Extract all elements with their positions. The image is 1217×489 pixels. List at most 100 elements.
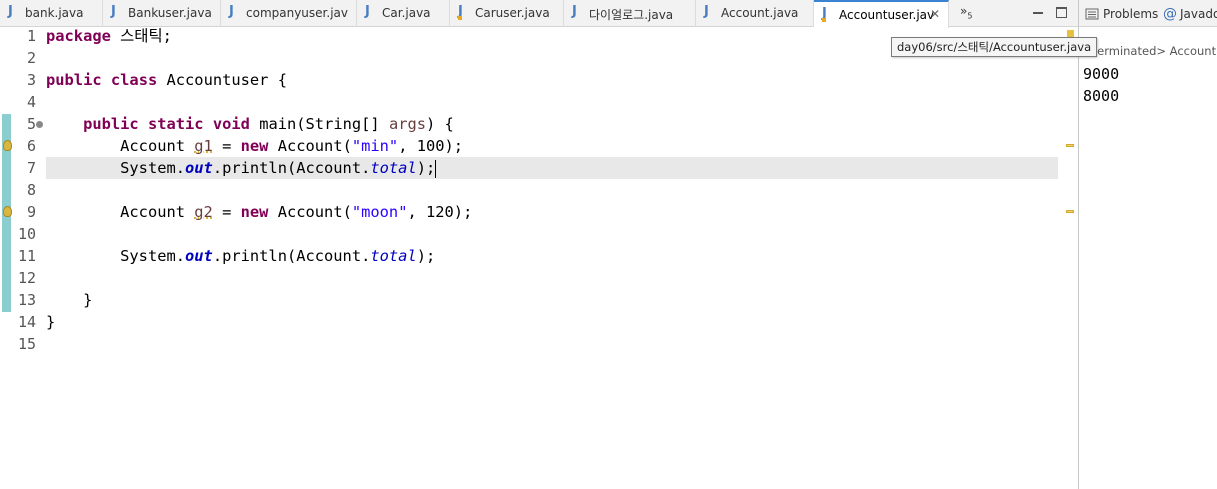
tab-label: Bankuser.java — [128, 6, 212, 20]
tab-account-java[interactable]: J Account.java — [696, 0, 814, 27]
code-line: Account g2 = new Account("moon", 120); — [46, 201, 1058, 223]
keyword: void — [212, 115, 250, 133]
tab-overflow-button[interactable]: »5 — [960, 4, 972, 20]
code-text: Account — [120, 203, 195, 221]
code-editor[interactable]: 1 2 3 4 5 6 7 8 9 10 11 12 13 14 15 pack… — [0, 27, 1078, 489]
tab-label: Problems — [1103, 6, 1159, 21]
code-text: Accountuser { — [157, 71, 287, 89]
line-number: 15 — [17, 335, 36, 353]
tab-problems[interactable]: Problems — [1085, 0, 1158, 27]
line-number: 10 — [17, 225, 36, 243]
close-icon[interactable]: ✕ — [930, 7, 940, 21]
code-line: public class Accountuser { — [46, 69, 1058, 91]
console-output-line: 9000 — [1083, 65, 1120, 83]
tab-accountuser-java[interactable]: J Accountuser.jav ✕ — [814, 0, 949, 28]
current-code-line: System.out.println(Account.total); — [46, 157, 1058, 179]
code-text: .println(Account. — [212, 247, 371, 265]
java-file-icon: J — [8, 4, 13, 19]
code-text: Account — [120, 137, 195, 155]
fold-collapse-icon[interactable] — [36, 121, 43, 128]
line-number: 12 — [17, 269, 36, 287]
code-text: = — [212, 137, 241, 155]
keyword: public — [83, 115, 139, 133]
tab-car-java[interactable]: J Car.java — [357, 0, 450, 27]
line-number: 11 — [17, 247, 36, 265]
keyword: static — [147, 115, 204, 133]
warning-summary-icon[interactable] — [1067, 30, 1074, 37]
static-field: total — [370, 247, 417, 265]
tab-companyuser-java[interactable]: J companyuser.jav — [221, 0, 357, 27]
code-line: Account g1 = new Account("min", 100); — [46, 135, 1058, 157]
static-field: total — [370, 159, 417, 177]
javadoc-at-icon: @ — [1163, 5, 1177, 22]
code-line: System.out.println(Account.total); — [46, 245, 1058, 267]
tab-bankuser-java[interactable]: J Bankuser.java — [103, 0, 221, 27]
code-text: = — [212, 203, 241, 221]
code-text: ); — [416, 159, 436, 177]
code-line: } — [46, 289, 1058, 311]
overview-ruler[interactable] — [1064, 28, 1078, 489]
code-text: main(String[] — [249, 115, 389, 133]
tab-bank-java[interactable]: J bank.java — [0, 0, 103, 27]
line-number: 3 — [26, 71, 36, 89]
line-number: 6 — [26, 137, 36, 155]
tab-label: 다이얼로그.java — [589, 8, 674, 22]
string-literal: "min" — [351, 137, 399, 155]
java-main-file-icon: J — [822, 7, 832, 22]
line-number: 14 — [17, 313, 36, 331]
code-text-area[interactable]: package 스태틱; public class Accountuser { … — [46, 27, 1058, 489]
tab-label: Accountuser.jav — [839, 8, 935, 22]
minimize-icon[interactable] — [1033, 12, 1043, 14]
code-line: } — [46, 311, 1058, 333]
code-text: } — [46, 313, 56, 331]
java-file-icon: J — [111, 4, 116, 19]
line-number: 13 — [17, 291, 36, 309]
tab-javadoc[interactable]: @ Javado — [1163, 0, 1217, 27]
keyword: package — [46, 27, 111, 45]
static-field: out — [185, 159, 213, 177]
maximize-icon[interactable] — [1056, 7, 1067, 18]
tab-label: Caruser.java — [475, 6, 550, 20]
tab-dialog-java[interactable]: J 다이얼로그.java — [564, 0, 696, 27]
overflow-count: 5 — [967, 11, 973, 21]
code-text: , 100); — [398, 137, 464, 155]
code-text: System. — [120, 247, 186, 265]
tab-caruser-java[interactable]: J Caruser.java — [450, 0, 564, 27]
line-number: 2 — [26, 49, 36, 67]
tab-label: Account.java — [721, 6, 799, 20]
code-text: System. — [120, 159, 186, 177]
tab-label: Car.java — [382, 6, 431, 20]
code-line: public static void main(String[] args) { — [46, 113, 1058, 135]
editor-tab-bar: J bank.java J Bankuser.java J companyuse… — [0, 0, 1078, 28]
local-variable: g2 — [194, 203, 213, 221]
console-status: <terminated> Accountus — [1083, 44, 1217, 58]
java-file-icon: J — [572, 4, 577, 19]
code-text: Account( — [268, 203, 352, 221]
keyword: new — [240, 203, 269, 221]
code-text: 스태틱; — [110, 27, 172, 45]
line-number-gutter: 1 2 3 4 5 6 7 8 9 10 11 12 13 14 15 — [14, 27, 44, 489]
keyword: new — [240, 137, 269, 155]
line-number: 9 — [26, 203, 36, 221]
parameter: args — [388, 115, 427, 133]
local-variable: g1 — [194, 137, 213, 155]
warning-marker[interactable] — [1066, 144, 1074, 147]
keyword: public — [46, 71, 102, 89]
warning-marker[interactable] — [1066, 210, 1074, 213]
tab-label: companyuser.jav — [246, 6, 348, 20]
tab-label: bank.java — [25, 6, 84, 20]
line-number: 8 — [26, 181, 36, 199]
problems-icon — [1085, 8, 1099, 19]
code-text: Account( — [268, 137, 352, 155]
view-tab-bar: Problems @ Javado — [1079, 0, 1217, 27]
line-number: 7 — [26, 159, 36, 177]
line-number: 5 — [26, 115, 36, 133]
static-field: out — [185, 247, 213, 265]
java-file-icon: J — [229, 4, 234, 19]
text-cursor — [435, 159, 437, 178]
java-main-file-icon: J — [458, 5, 468, 20]
file-path-tooltip: day06/src/스태틱/Accountuser.java — [891, 37, 1098, 57]
right-panel: Problems @ Javado <terminated> Accountus… — [1078, 0, 1217, 489]
string-literal: "moon" — [351, 203, 408, 221]
console-output-line: 8000 — [1083, 87, 1120, 105]
